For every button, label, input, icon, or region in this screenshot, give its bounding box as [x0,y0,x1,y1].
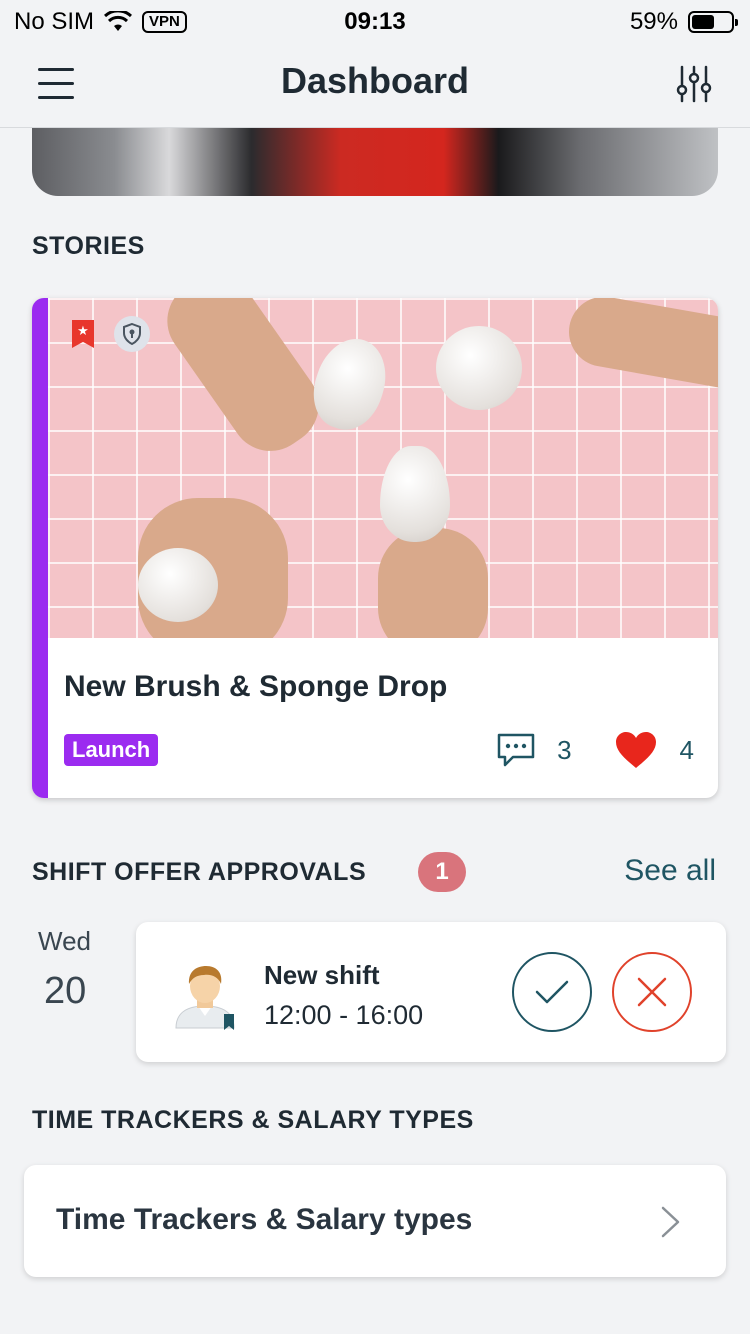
shift-title: New shift [264,960,380,990]
story-stats: 3 4 [497,730,694,770]
chevron-right-icon [661,1206,680,1238]
heart-icon[interactable] [614,730,658,770]
story-tag: Launch [64,734,159,766]
comment-icon[interactable] [497,733,535,767]
reject-shift-button[interactable] [612,952,692,1032]
featured-star-bookmark-icon: ★ [72,320,94,348]
story-title[interactable]: New Brush & Sponge Drop [64,670,447,704]
nav-bar: Dashboard [0,42,750,128]
shift-time: 12:00 - 16:00 [264,1000,424,1030]
checkmark-icon [535,980,569,1004]
shift-offers-count-badge: 1 [418,852,466,892]
battery-percent: 59% [629,8,678,35]
accept-shift-button[interactable] [512,952,592,1032]
shift-day-number: 20 [44,970,87,1012]
close-icon [637,977,667,1007]
hero-image[interactable] [32,128,718,196]
story-card[interactable]: ★ New Brush & Sponge Drop Launch 3 4 [32,298,718,798]
comment-count: 3 [557,734,572,765]
status-right: 59% [629,8,738,36]
user-avatar-icon [175,966,235,1030]
shift-offers-section-title: SHIFT OFFER APPROVALS [32,858,367,886]
time-trackers-section-title: TIME TRACKERS & SALARY TYPES [32,1106,474,1134]
battery-icon [688,11,738,33]
see-all-link[interactable]: See all [624,854,716,888]
time-trackers-label: Time Trackers & Salary types [56,1203,473,1236]
battery-fill [692,15,715,29]
story-image: ★ [48,298,718,638]
page-title: Dashboard [280,60,470,101]
like-count: 4 [679,734,694,765]
time-trackers-card[interactable]: Time Trackers & Salary types [24,1165,726,1277]
status-bar: No SIM VPN 09:13 59% [0,0,750,42]
shift-offer-card[interactable]: New shift 12:00 - 16:00 [136,922,726,1062]
stories-section-title: STORIES [32,232,145,260]
sliders-icon[interactable] [674,64,714,104]
shift-day-name: Wed [38,926,91,956]
lock-shield-icon [114,316,150,352]
